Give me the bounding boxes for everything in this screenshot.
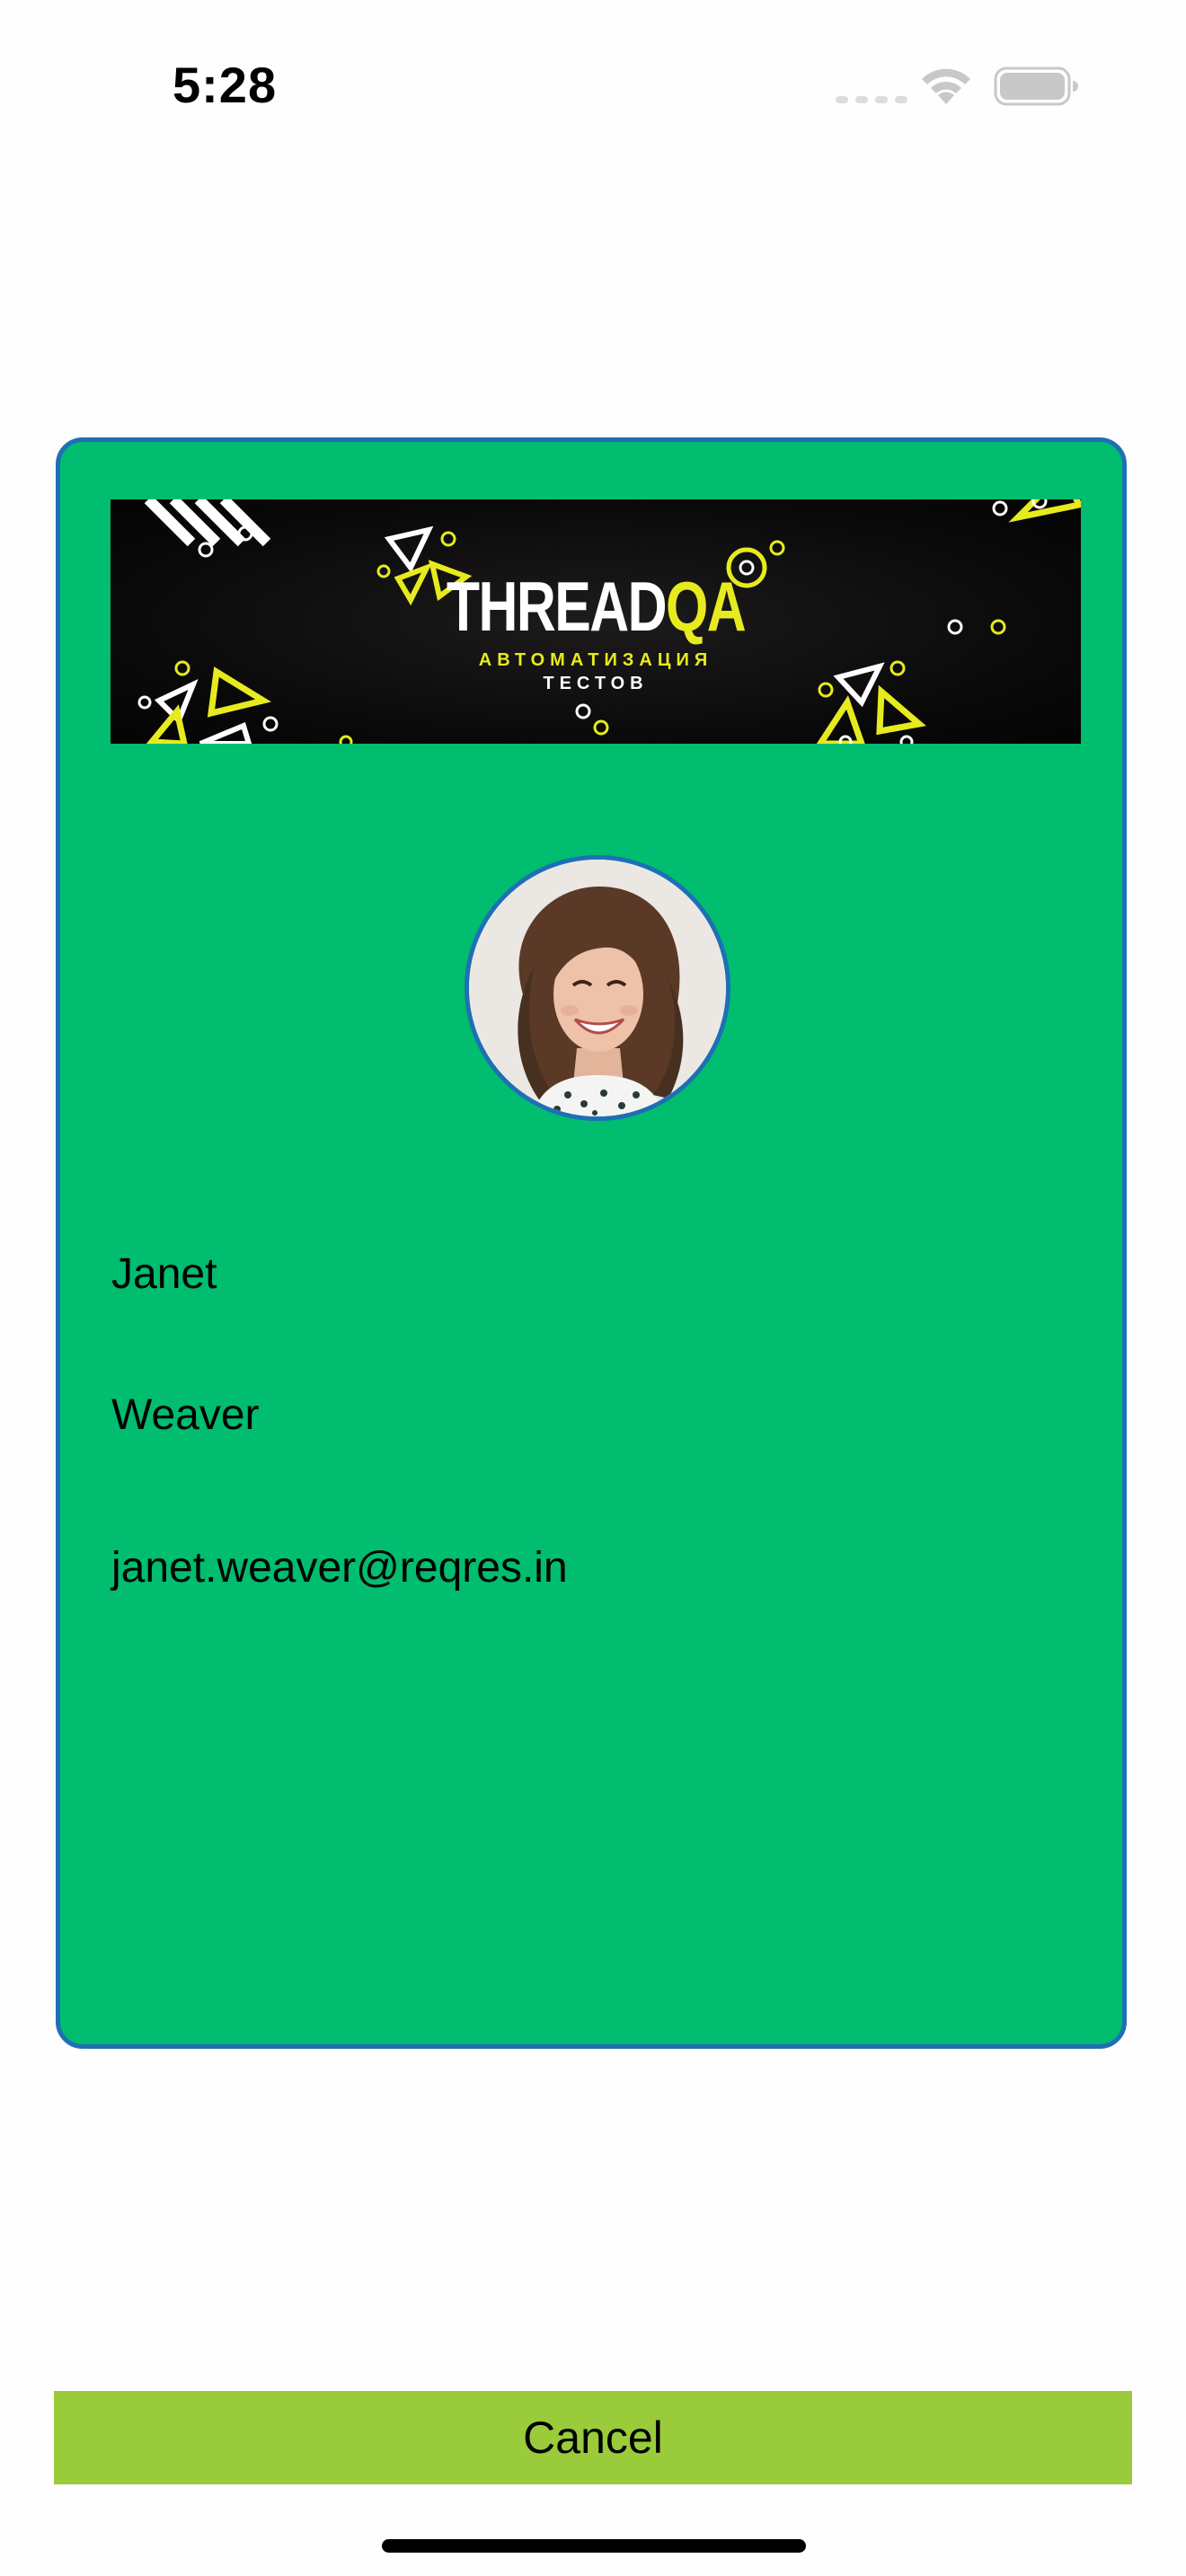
battery-icon [994, 66, 1078, 106]
banner-subtitle-automation: АВТОМАТИЗАЦИЯ [478, 650, 713, 670]
email-label: janet.weaver@reqres.in [111, 1544, 568, 1592]
user-avatar [465, 855, 730, 1121]
user-card: THREADQA АВТОМАТИЗАЦИЯ ТЕСТОВ Janet Weav… [56, 437, 1127, 2049]
last-name-label: Weaver [111, 1391, 260, 1439]
banner-title-thread: THREAD [446, 567, 668, 646]
banner-subtitle-tests: ТЕСТОВ [543, 674, 649, 693]
avatar-photo [469, 860, 726, 1116]
status-time: 5:28 [173, 57, 278, 113]
home-indicator[interactable] [382, 2539, 806, 2553]
cancel-button[interactable]: Cancel [54, 2391, 1132, 2484]
banner-title: THREADQA [217, 571, 974, 641]
threadqa-banner: THREADQA АВТОМАТИЗАЦИЯ ТЕСТОВ [111, 499, 1081, 744]
first-name-label: Janet [111, 1250, 217, 1298]
cellular-signal-icon [836, 96, 907, 103]
banner-title-qa: QA [666, 567, 747, 646]
user-details-screen: 5:28 THREADQA АВТОМАТИЗАЦИЯ ТЕСТОВ Janet… [0, 0, 1186, 2576]
wifi-icon [922, 68, 970, 104]
status-icons [836, 61, 1087, 115]
